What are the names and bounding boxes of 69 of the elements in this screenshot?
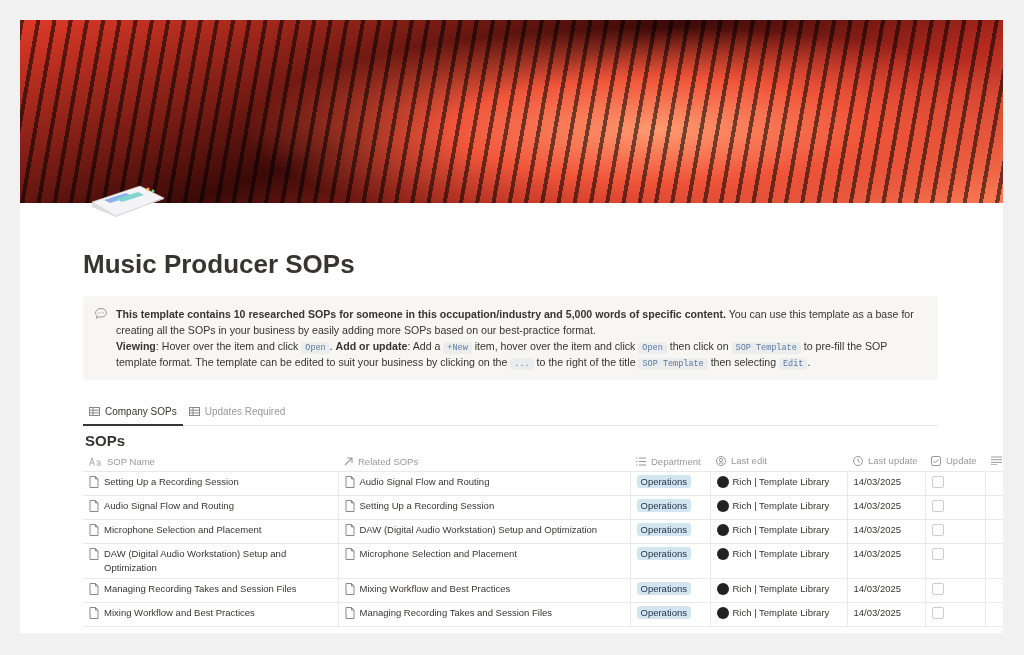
- view-tab[interactable]: Company SOPs: [83, 400, 183, 426]
- last-edit-person: Rich | Template Library: [732, 499, 830, 513]
- update-checkbox[interactable]: [931, 476, 944, 488]
- page-title: Music Producer SOPs: [83, 249, 355, 280]
- person-icon: [716, 455, 726, 466]
- related-sop-link[interactable]: Mixing Workflow and Best Practices: [359, 582, 511, 596]
- update-checkbox[interactable]: [931, 524, 944, 536]
- document-icon: [344, 607, 355, 619]
- related-sop-link[interactable]: Microphone Selection and Placement: [359, 547, 517, 561]
- department-tag: Operations: [636, 523, 691, 536]
- last-update-date: 14/03/2025: [853, 476, 902, 487]
- sop-name[interactable]: Microphone Selection and Placement: [104, 523, 262, 537]
- list-icon: [636, 456, 646, 466]
- update-checkbox[interactable]: [931, 607, 944, 619]
- document-icon: [344, 500, 355, 512]
- last-update-date: 14/03/2025: [853, 583, 902, 594]
- department-tag: Operations: [636, 475, 691, 488]
- avatar: [716, 524, 729, 536]
- document-icon: [89, 500, 99, 512]
- related-sop-link[interactable]: Managing Recording Takes and Session Files: [359, 606, 553, 620]
- related-sop-link[interactable]: Setting Up a Recording Session: [359, 499, 495, 513]
- avatar: [716, 548, 729, 560]
- last-edit-person: Rich | Template Library: [732, 606, 830, 620]
- last-edit-person: Rich | Template Library: [732, 475, 830, 489]
- text-type-icon: [89, 456, 102, 466]
- arrow-icon: [344, 456, 353, 466]
- document-icon: [89, 476, 99, 488]
- speech-bubble-icon: [95, 308, 107, 319]
- last-update-date: 14/03/2025: [853, 500, 902, 511]
- last-edit-person: Rich | Template Library: [732, 523, 830, 537]
- department-tag: Operations: [636, 547, 691, 560]
- sop-name[interactable]: Mixing Workflow and Best Practices: [104, 606, 255, 620]
- sop-name[interactable]: Managing Recording Takes and Session Files: [104, 582, 297, 596]
- last-update-date: 14/03/2025: [853, 524, 902, 535]
- avatar: [716, 476, 729, 488]
- department-tag: Operations: [636, 582, 691, 595]
- last-edit-person: Rich | Template Library: [732, 582, 830, 596]
- last-edit-person: Rich | Template Library: [732, 547, 830, 561]
- callout-text: Viewing: Hover over the item and click Open . Add or update: Add a +New item, hover over the item and click Open then click on SOP Template to pre-fill the SOP template format. The template can be edited to suit your business by clicking on the ... to the right of the title SOP Template then selecting Edit .: [116, 339, 889, 370]
- document-icon: [89, 548, 99, 560]
- update-checkbox[interactable]: [931, 548, 944, 560]
- table-icon: [89, 407, 100, 416]
- update-checkbox[interactable]: [931, 583, 944, 595]
- avatar: [716, 583, 729, 595]
- document-icon: [344, 476, 355, 488]
- avatar: [716, 607, 729, 619]
- document-icon: [89, 524, 99, 536]
- text-lines-icon: [991, 456, 1002, 465]
- document-icon: [344, 583, 355, 595]
- related-sop-link[interactable]: Audio Signal Flow and Routing: [359, 475, 490, 489]
- related-sop-link[interactable]: DAW (Digital Audio Workstation) Setup and Optimization: [359, 523, 598, 537]
- sop-name[interactable]: Setting Up a Recording Session: [104, 475, 239, 489]
- document-icon: [89, 607, 99, 619]
- checkbox-icon: [931, 455, 941, 466]
- last-update-date: 14/03/2025: [853, 607, 902, 618]
- sop-name[interactable]: Audio Signal Flow and Routing: [104, 499, 234, 513]
- document-icon: [89, 583, 99, 595]
- clock-icon: [853, 455, 863, 466]
- callout-text: This template contains 10 researched SOPs for someone in this occupation/industry and 5,000 words of specific content. You can use this template as a base for creating all the SOPs in your business by easily adding more SOPs based on our best-practice format.: [116, 307, 915, 338]
- update-checkbox[interactable]: [931, 500, 944, 512]
- table-icon: [188, 407, 200, 416]
- table-title: SOPs: [85, 432, 126, 449]
- document-icon: [344, 524, 355, 536]
- sop-name[interactable]: DAW (Digital Audio Workstation) Setup and Optimization: [104, 547, 332, 575]
- last-update-date: 14/03/2025: [853, 548, 902, 559]
- department-tag: Operations: [636, 606, 691, 619]
- department-tag: Operations: [636, 499, 691, 512]
- avatar: [716, 500, 729, 512]
- document-icon: [344, 548, 355, 560]
